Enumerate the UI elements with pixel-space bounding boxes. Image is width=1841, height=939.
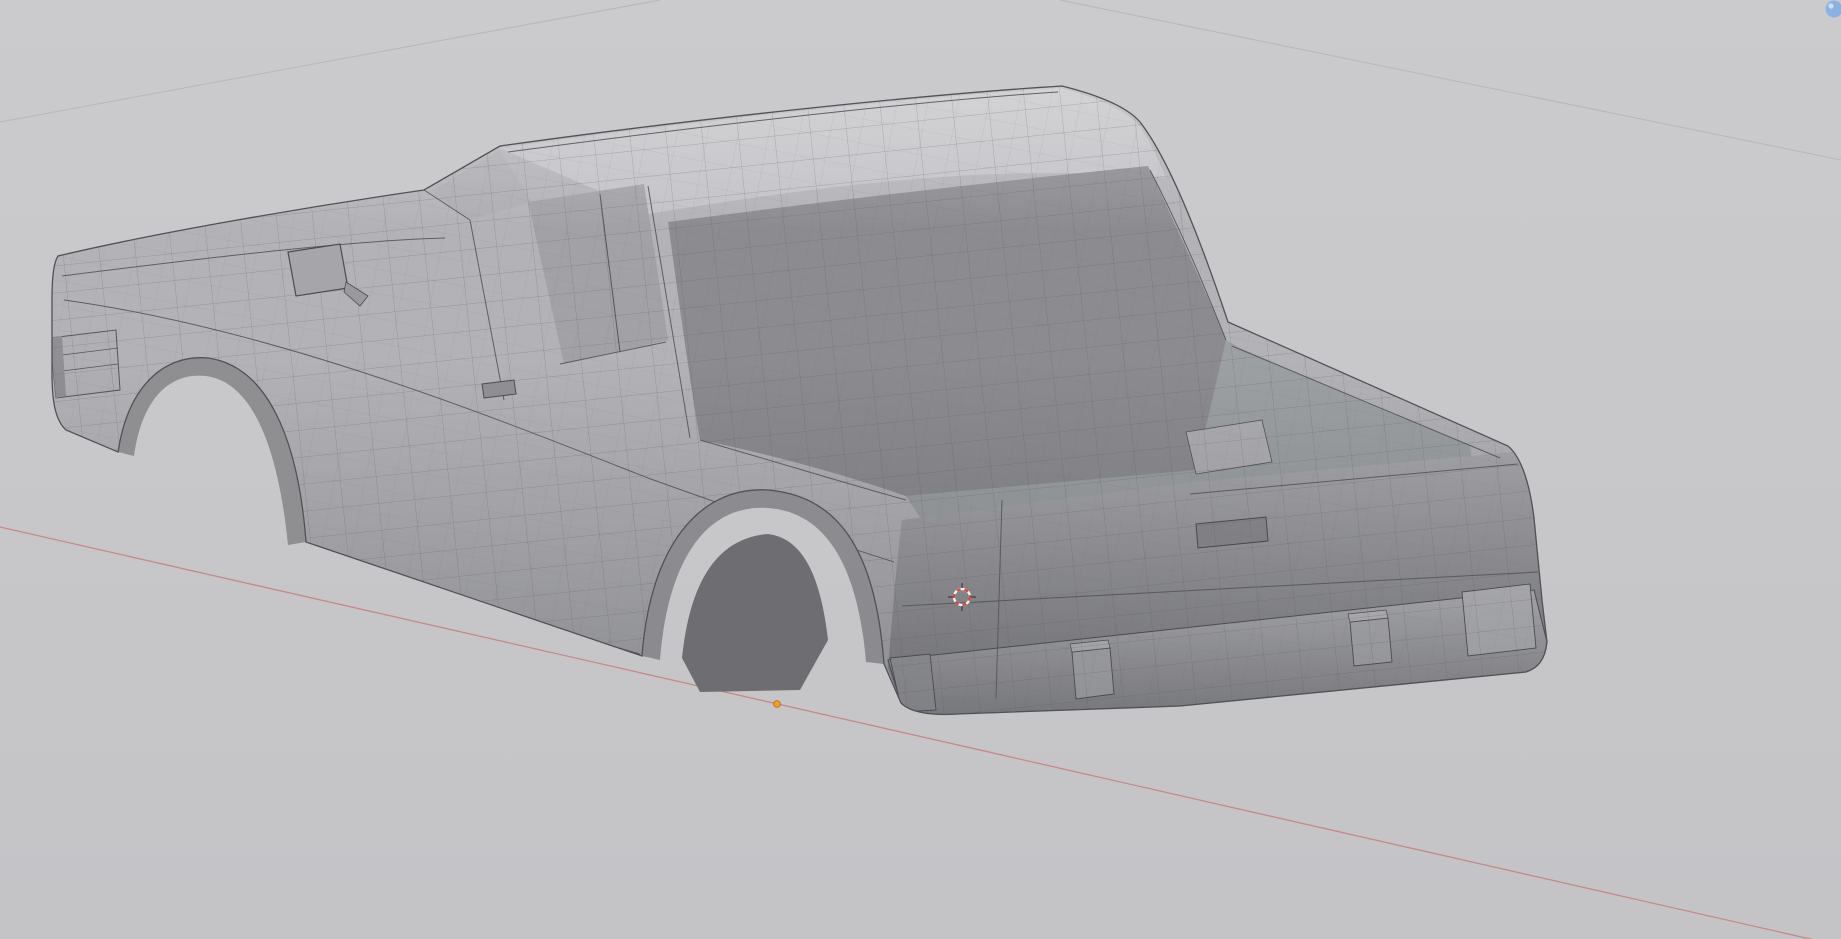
viewport-canvas[interactable]: [0, 0, 1841, 939]
object-origin-point: [773, 700, 781, 708]
nav-gizmo-highlight: [1828, 3, 1834, 9]
side-mirror: [287, 243, 349, 297]
viewport-3d[interactable]: [0, 0, 1841, 939]
